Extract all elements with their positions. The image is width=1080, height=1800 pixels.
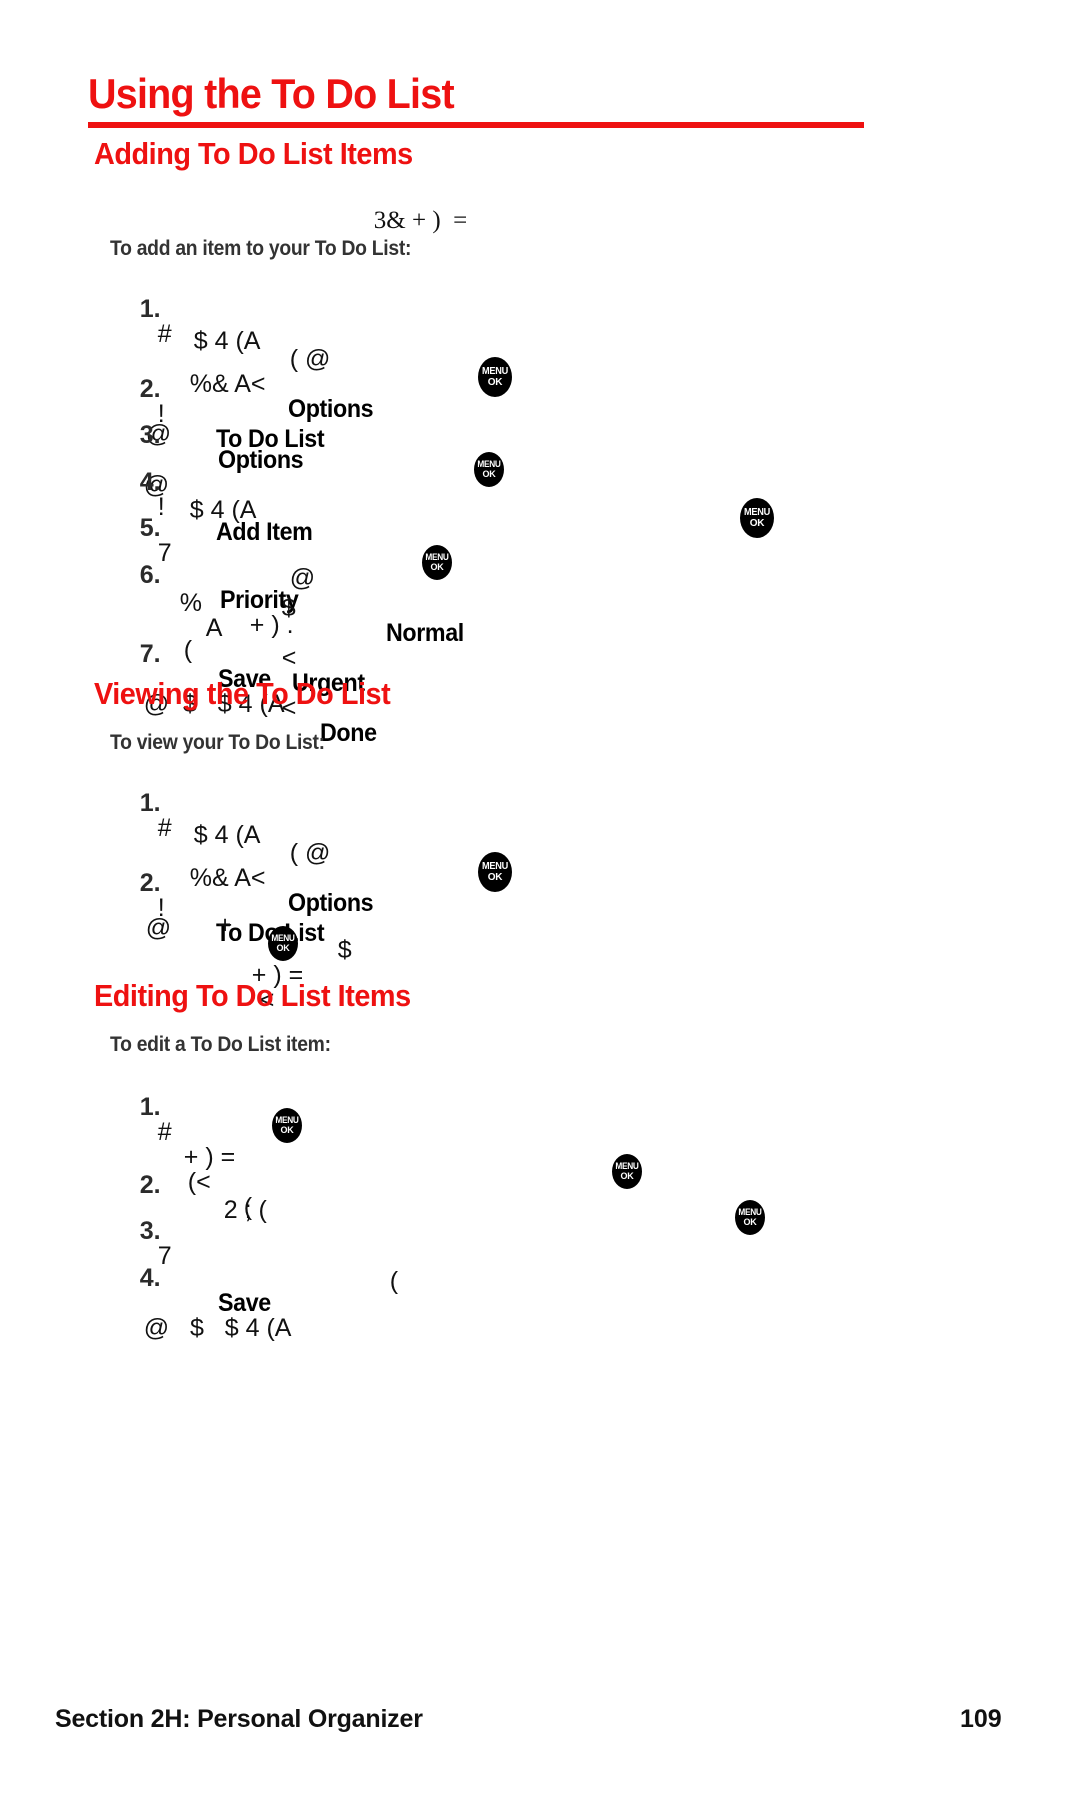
ui-term-normal: Normal: [385, 619, 464, 647]
menu-ok-key-icon: MENU OK: [474, 452, 504, 487]
section-heading-adding: Adding To Do List Items: [94, 136, 413, 171]
menu-ok-key-icon: MENU OK: [735, 1200, 765, 1235]
section-heading-editing: Editing To Do List Items: [94, 978, 411, 1013]
page-title-block: Using the To Do List: [88, 70, 864, 129]
footer-page-number: 109: [960, 1705, 1002, 1733]
footer-section-label: Section 2H: Personal Organizer: [55, 1705, 423, 1733]
lead-add-item: To add an item to your To Do List:: [110, 237, 412, 260]
lead-view-list: To view your To Do List:: [110, 731, 325, 754]
step-row-edit-4: 4. Save @ $ $ 4 (A: [139, 1264, 292, 1342]
manual-page: Using the To Do List Adding To Do List I…: [0, 0, 1080, 1800]
lead-edit-item: To edit a To Do List item:: [110, 1033, 331, 1056]
menu-ok-key-icon: MENU OK: [478, 357, 512, 397]
ui-term-save: Save: [217, 1289, 271, 1317]
menu-ok-key-icon: MENU OK: [422, 545, 452, 580]
menu-ok-key-icon: MENU OK: [612, 1154, 642, 1189]
section-heading-viewing: Viewing the To Do List: [94, 676, 391, 711]
menu-ok-key-icon: MENU OK: [268, 926, 298, 961]
title-underline-rule: [88, 122, 864, 129]
menu-ok-key-icon: MENU OK: [272, 1108, 302, 1143]
menu-ok-key-icon: MENU OK: [740, 498, 774, 538]
page-title: Using the To Do List: [88, 70, 455, 117]
ui-term-done: Done: [319, 719, 377, 747]
menu-ok-key-icon: MENU OK: [478, 852, 512, 892]
